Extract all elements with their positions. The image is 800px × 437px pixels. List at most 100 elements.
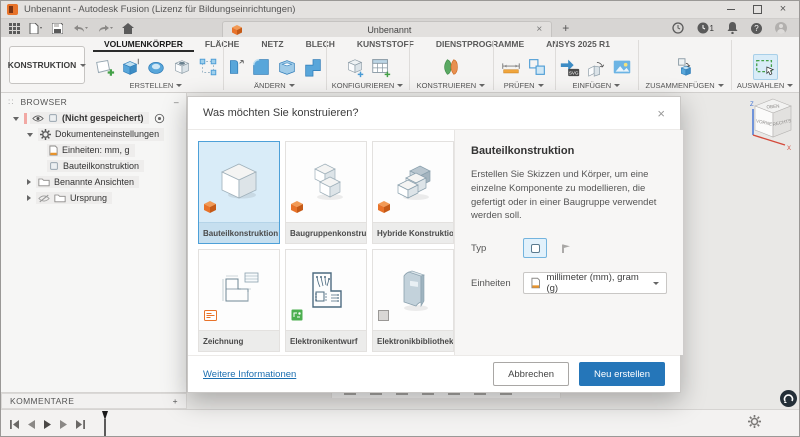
chevron-down-icon [718,84,724,87]
timeline-start-icon[interactable] [9,419,20,430]
panel-zusammenfuegen: ZUSAMMENFÜGEN [638,52,731,92]
eye-hidden-icon[interactable] [38,194,50,203]
timeline-play-icon[interactable] [43,419,52,430]
maximize-button[interactable] [751,4,763,16]
configuration-table-icon[interactable] [368,54,393,80]
measure-icon[interactable] [498,54,523,80]
units-value: millimeter (mm), gram (g) [546,272,647,294]
document-tab[interactable]: Unbenannt × [222,21,552,37]
new-tab-button[interactable]: + [552,19,579,37]
extrude-icon[interactable] [117,54,142,80]
avatar[interactable] [775,22,787,34]
revolve-icon[interactable] [143,54,168,80]
redo-icon[interactable] [97,23,113,34]
notifications-icon[interactable]: 1 [697,22,714,34]
combine-icon[interactable] [301,54,326,80]
eye-icon[interactable] [32,114,44,123]
tree-row-settings[interactable]: Dokumenteneinstellungen [1,126,186,142]
type-solid-button[interactable] [523,238,547,258]
panel-label-erstellen[interactable]: ERSTELLEN [130,81,183,90]
timeline-end-icon[interactable] [75,419,86,430]
preferences-gear-icon[interactable] [748,415,761,433]
tile-zeichnung[interactable]: Zeichnung [198,249,280,352]
close-window-button[interactable]: × [777,4,789,16]
tree-row-root[interactable]: (Nicht gespeichert) [1,110,186,126]
tab-dienstprogramme[interactable]: DIENSTPROGRAMME [425,37,535,52]
tree-row-origin[interactable]: Ursprung [1,190,186,206]
insert-canvas-icon[interactable] [610,54,635,80]
assistant-icon[interactable] [780,390,797,407]
dialog-close-icon[interactable]: × [657,106,665,121]
create-sketch-icon[interactable] [91,54,116,80]
timeline-marker[interactable] [100,411,110,437]
app-grid-icon[interactable] [9,23,20,34]
save-icon[interactable] [52,23,63,34]
tile-bauteilkonstruktion[interactable]: Bauteilkonstruktion [198,141,280,244]
tab-kunststoff[interactable]: KUNSTSTOFF [346,37,425,52]
hole-icon[interactable] [169,54,194,80]
cancel-button[interactable]: Abbrechen [493,362,569,386]
timeline-prev-icon[interactable] [27,419,36,430]
caret-right-icon[interactable] [27,179,31,185]
fillet-icon[interactable] [249,54,274,80]
tree-row-units[interactable]: Einheiten: mm, g [1,142,186,158]
select-tool-icon[interactable] [753,54,778,80]
chevron-down-icon [538,84,544,87]
configure-icon[interactable] [342,54,367,80]
tab-ansys[interactable]: ANSYS 2025 R1 [535,37,621,52]
bell-icon[interactable] [727,22,738,34]
type-flag-button[interactable] [554,238,578,258]
tree-row-design-type[interactable]: Bauteilkonstruktion [1,158,186,174]
undo-icon[interactable] [72,23,88,34]
component-icon [48,113,58,123]
tile-hybride-konstruktion[interactable]: Hybride Konstruktion [372,141,454,244]
new-component-icon[interactable] [672,54,697,80]
minimize-button[interactable] [725,4,737,16]
timeline-next-icon[interactable] [59,419,68,430]
close-tab-icon[interactable]: × [536,24,542,35]
help-icon[interactable]: ? [751,23,762,34]
tab-blech[interactable]: BLECH [295,37,346,52]
shell-icon[interactable] [275,54,300,80]
panel-label-aendern[interactable]: ÄNDERN [254,81,295,90]
construct-plane-icon[interactable] [438,54,463,80]
press-pull-icon[interactable] [223,54,248,80]
insert-derive-icon[interactable] [584,54,609,80]
job-status-icon[interactable] [672,22,684,34]
panel-label-auswaehlen[interactable]: AUSWÄHLEN [737,81,794,90]
insert-svg-icon[interactable]: SVG [558,54,583,80]
tile-baugruppenkonstruktion[interactable]: Baugruppenkonstruktion [285,141,367,244]
tab-volumenkoerper[interactable]: VOLUMENKÖRPER [93,37,194,52]
tile-elektronikentwurf[interactable]: Elektronikentwurf [285,249,367,352]
file-menu-icon[interactable] [29,23,43,34]
interference-icon[interactable] [524,54,549,80]
browser-title: BROWSER [20,97,67,107]
home-icon[interactable] [122,23,134,34]
flag-icon [560,242,573,255]
create-button[interactable]: Neu erstellen [579,362,665,386]
ribbon-tabs: VOLUMENKÖRPER FLÄCHE NETZ BLECH KUNSTSTO… [93,37,621,52]
sketch-dimension-icon[interactable] [195,54,220,80]
tree-row-named-views[interactable]: Benannte Ansichten [1,174,186,190]
panel-label-konfigurieren[interactable]: KONFIGURIEREN [332,81,404,90]
chevron-down-icon [80,64,86,67]
units-dropdown[interactable]: millimeter (mm), gram (g) [523,272,667,294]
panel-grip-icon[interactable]: :: [8,97,14,106]
viewcube[interactable]: OBEN VORNE RECHTS Z X [745,95,800,159]
caret-down-icon[interactable] [13,117,19,121]
caret-down-icon[interactable] [27,133,33,137]
caret-right-icon[interactable] [27,195,31,201]
add-comment-button[interactable]: + [173,396,178,406]
panel-label-zusammenfuegen[interactable]: ZUSAMMENFÜGEN [646,81,724,90]
panel-label-pruefen[interactable]: PRÜFEN [504,81,544,90]
root-document-label: (Nicht gespeichert) [62,113,144,123]
collapse-panel-icon[interactable]: – [174,97,179,107]
tile-elektronikbibliothek[interactable]: Elektronikbibliothek [372,249,454,352]
tab-netz[interactable]: NETZ [250,37,294,52]
learn-more-link[interactable]: Weitere Informationen [203,369,296,380]
chevron-down-icon [479,84,485,87]
workspace-selector-button[interactable]: KONSTRUKTION [9,46,85,84]
panel-label-einfuegen[interactable]: EINFÜGEN [572,81,620,90]
panel-label-konstruieren[interactable]: KONSTRUIEREN [417,81,486,90]
activate-radio-icon[interactable] [154,113,165,124]
